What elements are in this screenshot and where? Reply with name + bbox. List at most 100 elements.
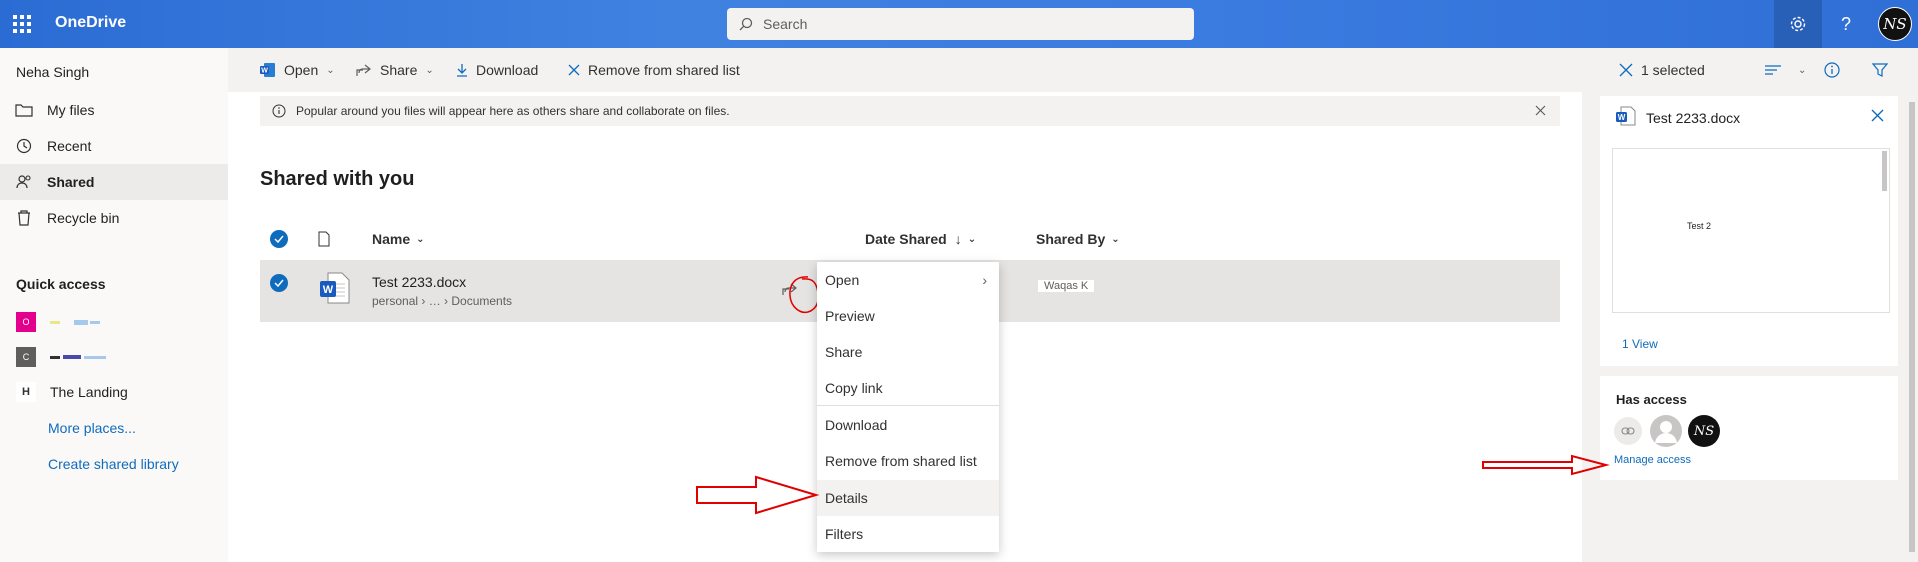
chevron-down-icon: ⌄ (1111, 233, 1120, 245)
filter-button[interactable] (1872, 48, 1896, 92)
info-pane-button[interactable] (1824, 48, 1848, 92)
open-button[interactable]: W Open ⌄ (260, 48, 335, 92)
svg-text:W: W (1618, 113, 1626, 122)
site-badge: O (16, 312, 36, 332)
pane-scrollbar[interactable] (1906, 92, 1918, 562)
share-button[interactable]: Share ⌄ (356, 48, 434, 92)
close-icon (1535, 105, 1546, 116)
shared-by-column-header[interactable]: Shared By ⌄ (1036, 218, 1120, 260)
help-icon: ? (1840, 13, 1851, 34)
has-access-card: Has access NS Manage access (1600, 376, 1898, 480)
top-header: OneDrive Search ? NS (0, 0, 1918, 48)
clear-selection-button[interactable]: 1 selected (1619, 48, 1705, 92)
menu-item-details[interactable]: Details (817, 480, 999, 516)
share-icon (356, 63, 372, 77)
word-icon: W (260, 62, 276, 78)
menu-item-share[interactable]: Share (817, 334, 999, 370)
folder-icon (15, 101, 33, 119)
sort-down-arrow-icon: ↓ (954, 231, 962, 247)
search-icon (739, 17, 753, 31)
help-button[interactable]: ? (1822, 0, 1870, 48)
app-launcher-button[interactable] (0, 0, 44, 48)
command-bar: W Open ⌄ Share ⌄ Download Remove from sh… (228, 48, 1918, 92)
person-avatar-icon[interactable] (1650, 415, 1682, 447)
has-access-title: Has access (1616, 392, 1687, 407)
shared-by-value: Waqas K (1038, 280, 1148, 292)
word-file-icon: W (320, 272, 350, 307)
checkmark-icon (270, 230, 288, 248)
more-places-link[interactable]: More places... (48, 417, 136, 439)
close-icon (568, 64, 580, 76)
file-preview[interactable]: Test 2 (1612, 148, 1890, 313)
details-file-name: Test 2233.docx (1646, 110, 1741, 126)
date-shared-column-header[interactable]: Date Shared ↓ ⌄ (865, 218, 976, 260)
nav-shared[interactable]: Shared (0, 164, 228, 200)
column-label: Name (372, 231, 411, 247)
nav-recycle-bin[interactable]: Recycle bin (0, 200, 228, 236)
chevron-down-icon: ⌄ (425, 64, 434, 76)
share-label: Share (380, 62, 418, 78)
menu-divider (817, 405, 999, 406)
create-shared-library-link[interactable]: Create shared library (48, 453, 179, 475)
file-type-column[interactable] (318, 218, 330, 260)
file-details-card: W Test 2233.docx Test 2 1 View (1600, 96, 1898, 366)
column-label: Date Shared (865, 231, 947, 247)
select-all-checkbox[interactable] (270, 218, 288, 260)
menu-item-copy-link[interactable]: Copy link (817, 370, 999, 406)
checkmark-icon (270, 274, 288, 292)
settings-button[interactable] (1774, 0, 1822, 48)
menu-item-filters[interactable]: Filters (817, 516, 999, 552)
red-arrow-annotation-details (696, 475, 820, 515)
quick-access-item[interactable]: C (16, 346, 106, 368)
menu-item-remove-from-shared-list[interactable]: Remove from shared list (817, 443, 999, 479)
quick-access-item[interactable]: O (16, 311, 100, 333)
list-header: Name ⌄ Date Shared ↓ ⌄ Shared By ⌄ (260, 218, 1560, 260)
row-checkbox[interactable] (270, 274, 288, 292)
search-placeholder: Search (763, 16, 808, 32)
sort-options-button[interactable]: ⌄ (1764, 48, 1806, 92)
owner-avatar[interactable]: NS (1688, 415, 1720, 447)
nav-my-files[interactable]: My files (0, 92, 228, 128)
chevron-down-icon: ⌄ (967, 233, 977, 245)
download-icon (456, 63, 468, 77)
info-banner-text: Popular around you files will appear her… (296, 104, 730, 118)
site-badge: H (16, 382, 36, 402)
dismiss-banner-button[interactable] (1535, 103, 1546, 119)
document-icon (318, 231, 330, 247)
search-box[interactable]: Search (727, 8, 1194, 40)
menu-item-preview[interactable]: Preview (817, 298, 999, 334)
chevron-down-icon: ⌄ (416, 233, 425, 245)
nav-label: Recycle bin (47, 210, 120, 226)
site-badge: C (16, 347, 36, 367)
manage-access-link[interactable]: Manage access (1614, 454, 1691, 466)
recycle-bin-icon (15, 209, 33, 227)
context-menu: Open › Preview Share Copy link Download … (817, 262, 999, 552)
remove-from-shared-list-button[interactable]: Remove from shared list (568, 48, 740, 92)
quick-access-item-the-landing[interactable]: H The Landing (16, 381, 128, 403)
download-button[interactable]: Download (456, 48, 538, 92)
sort-lines-icon (1764, 64, 1782, 76)
nav-recent[interactable]: Recent (0, 128, 228, 164)
app-name[interactable]: OneDrive (55, 14, 126, 32)
link-access-icon[interactable] (1614, 417, 1642, 445)
chevron-down-icon: ⌄ (326, 64, 335, 76)
views-count-link[interactable]: 1 View (1622, 337, 1658, 351)
close-details-button[interactable] (1871, 106, 1884, 127)
menu-item-open[interactable]: Open › (817, 262, 999, 298)
quick-access-title: Quick access (16, 276, 106, 292)
red-arrow-annotation-manage-access (1482, 454, 1610, 476)
preview-text: Test 2 (1687, 221, 1712, 231)
info-icon (272, 104, 286, 118)
account-avatar[interactable]: NS (1878, 7, 1912, 41)
menu-item-download[interactable]: Download (817, 407, 999, 443)
preview-scrollbar[interactable] (1882, 151, 1887, 191)
details-pane: W Test 2233.docx Test 2 1 View Has acces… (1582, 92, 1918, 562)
gear-icon (1790, 16, 1806, 32)
svg-text:W: W (261, 68, 268, 75)
name-column-header[interactable]: Name ⌄ (372, 218, 425, 260)
file-path: personal › … › Documents (372, 294, 513, 308)
file-name-link[interactable]: Test 2233.docx (372, 274, 466, 290)
column-label: Shared By (1036, 231, 1106, 247)
people-icon (15, 173, 33, 191)
quick-access-label: The Landing (50, 384, 128, 400)
